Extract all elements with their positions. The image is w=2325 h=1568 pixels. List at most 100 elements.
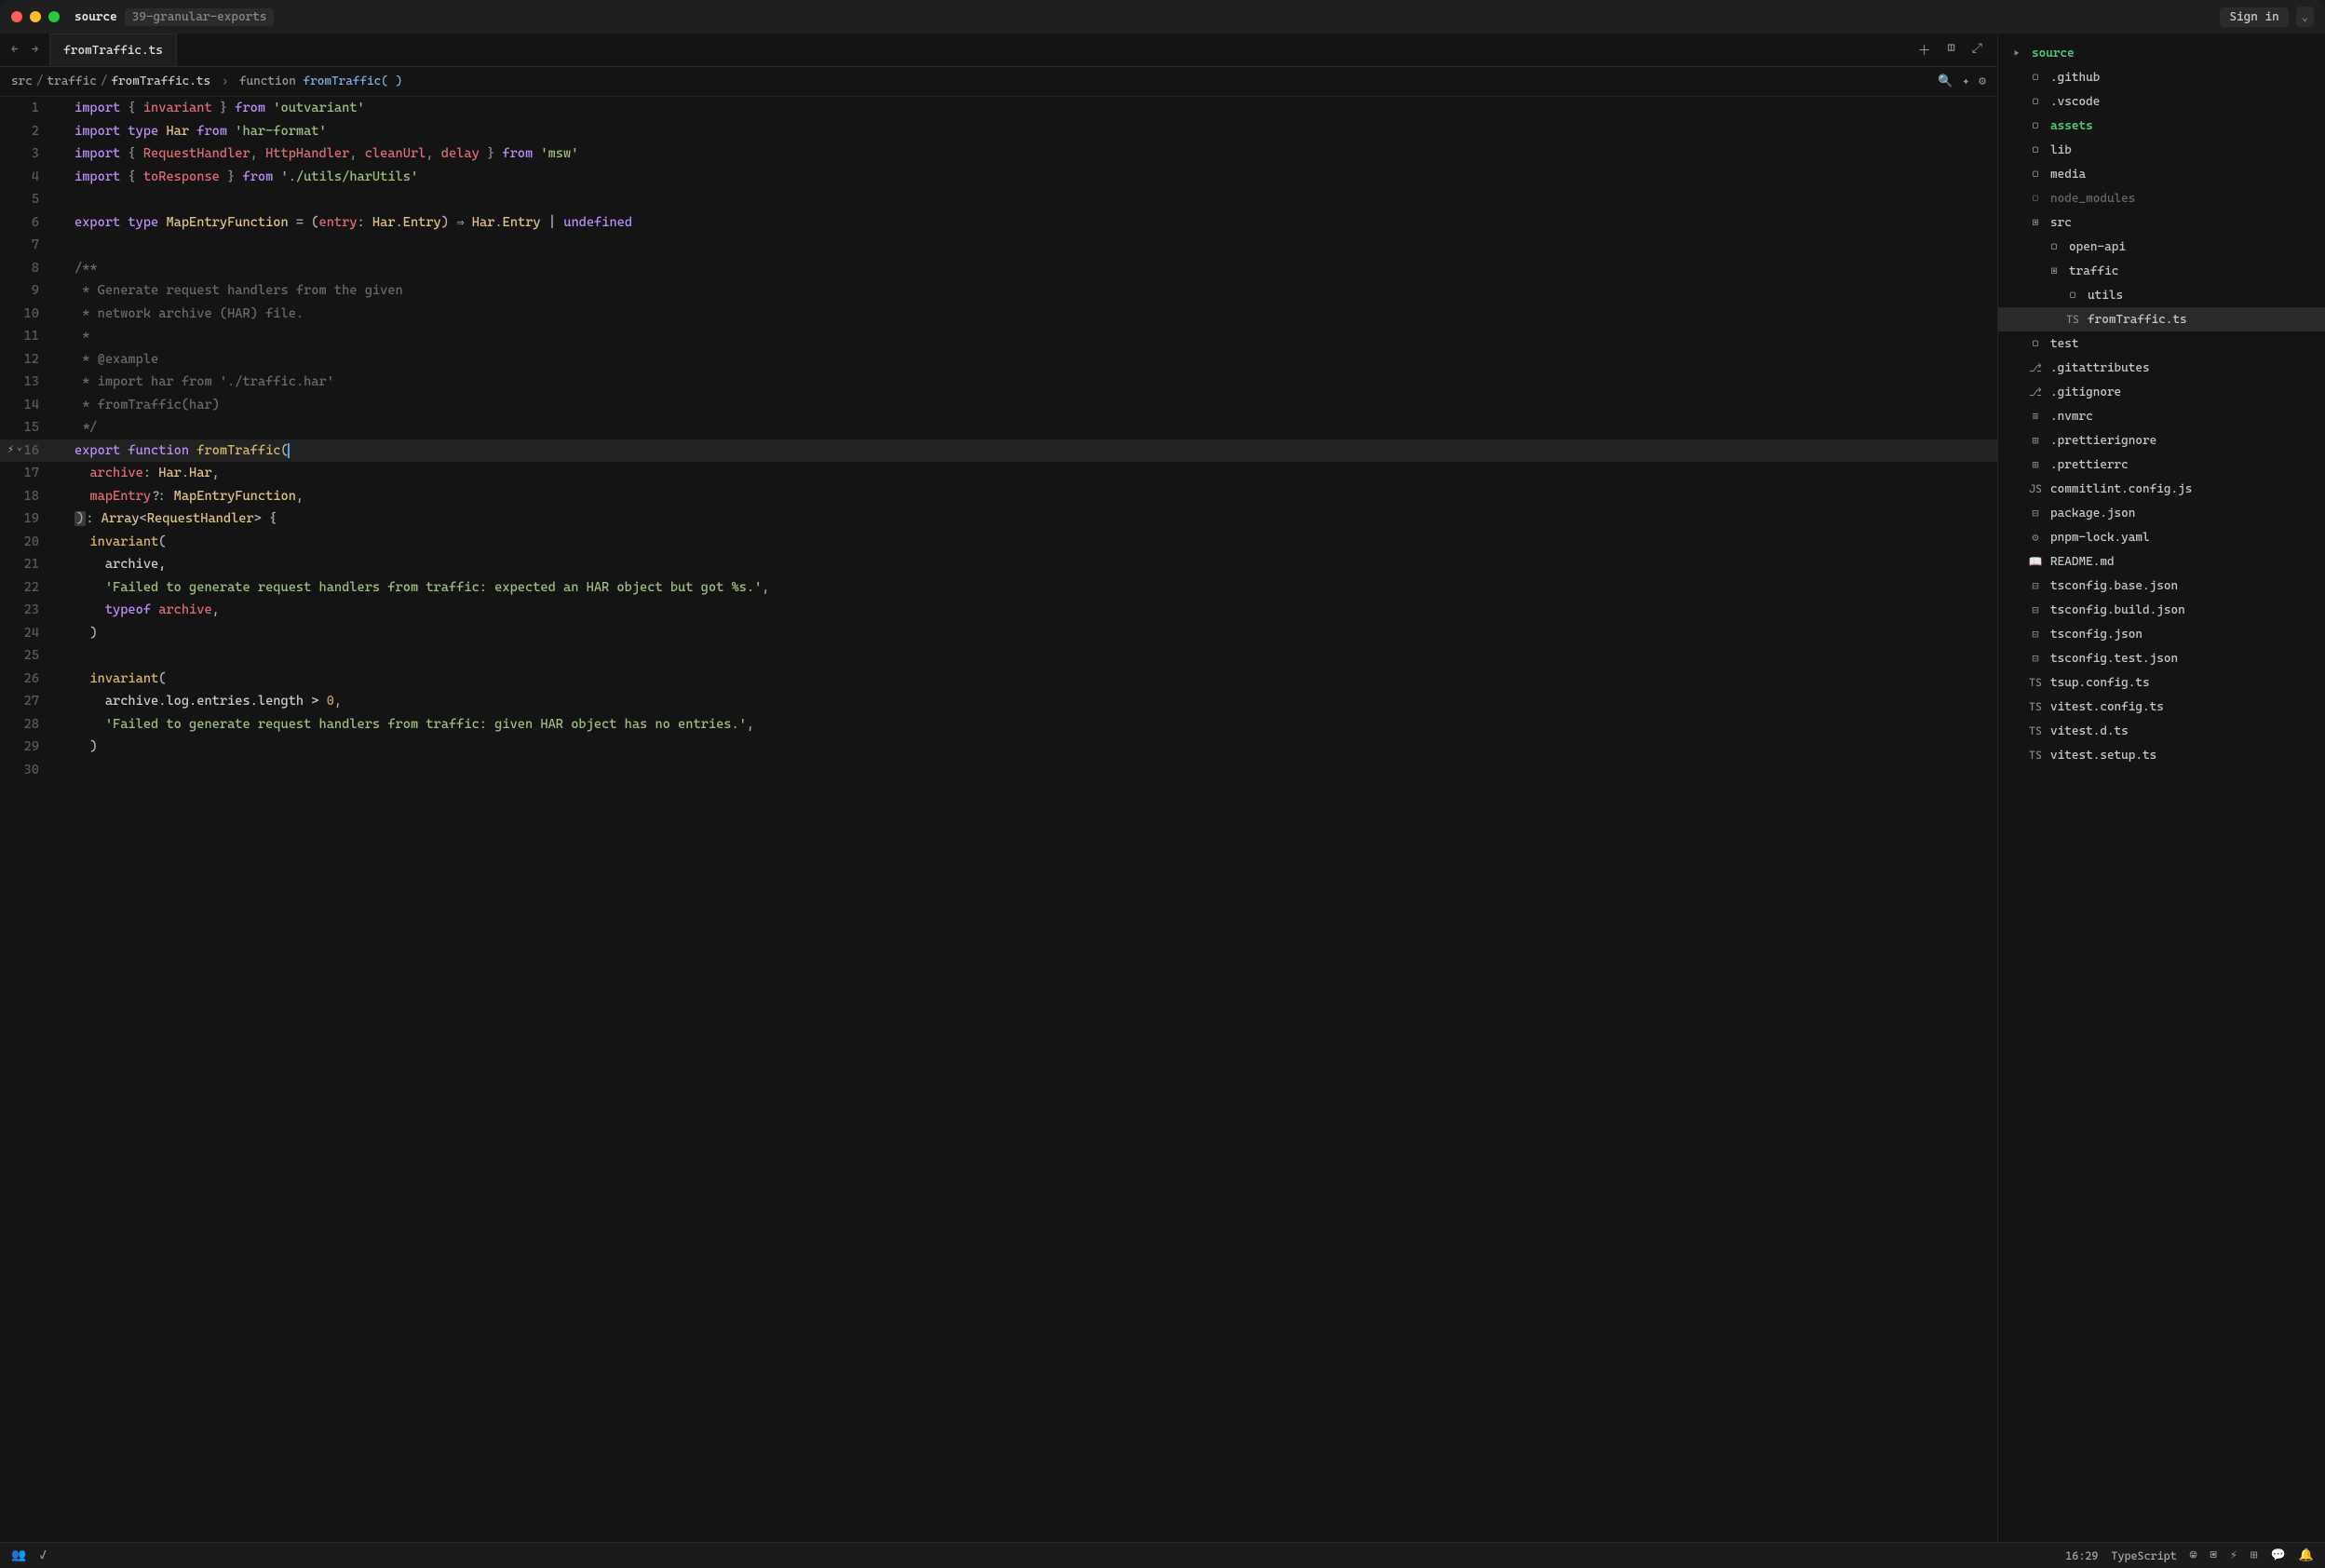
sign-in-button[interactable]: Sign in — [2220, 7, 2288, 27]
tab-bar: ← → fromTraffic.ts ＋ ◫ ⤢ — [0, 34, 1997, 67]
tree-item[interactable]: ⊟tsconfig.build.json — [1998, 598, 2325, 622]
breadcrumb-segment[interactable]: fromTraffic.ts — [111, 74, 210, 88]
fold-chevron-icon[interactable]: ⌄ — [17, 439, 22, 456]
status-bar: 👥 ✓ 16:29 TypeScript ☺ ▣ ⚡ ⊞ 💬 🔔 — [0, 1542, 2325, 1568]
config-file-icon: ⊞ — [2028, 458, 2043, 471]
tree-item[interactable]: ⊟tsconfig.base.json — [1998, 574, 2325, 598]
tab-filename: fromTraffic.ts — [63, 44, 163, 58]
tree-item[interactable]: ≡.nvmrc — [1998, 404, 2325, 428]
bell-icon[interactable]: 🔔 — [2299, 1548, 2314, 1562]
breadcrumb-segment[interactable]: traffic — [47, 74, 96, 88]
search-icon[interactable]: 🔍 — [1938, 74, 1953, 88]
checkmark-icon[interactable]: ✓ — [39, 1548, 47, 1562]
window-minimize-button[interactable] — [30, 11, 41, 22]
cursor-position[interactable]: 16:29 — [2065, 1549, 2098, 1562]
typescript-file-icon: TS — [2028, 724, 2043, 737]
tree-item[interactable]: ▢.vscode — [1998, 89, 2325, 114]
tree-item[interactable]: TSvitest.config.ts — [1998, 695, 2325, 719]
bolt-icon[interactable]: ⚡ — [7, 439, 14, 459]
tree-item[interactable]: ▢assets — [1998, 114, 2325, 138]
tree-item-active[interactable]: TSfromTraffic.ts — [1998, 307, 2325, 331]
tree-item[interactable]: ⎇.gitattributes — [1998, 356, 2325, 380]
folder-open-icon: ▸ — [2009, 47, 2024, 60]
json-file-icon: ⊟ — [2028, 579, 2043, 592]
layout-icon[interactable]: ⊞ — [2251, 1548, 2258, 1562]
code-editor[interactable]: 1import { invariant } from 'outvariant' … — [0, 97, 1997, 1542]
config-file-icon: ≡ — [2028, 410, 2043, 423]
tree-item[interactable]: 📖README.md — [1998, 549, 2325, 574]
window-close-button[interactable] — [11, 11, 22, 22]
tree-item[interactable]: TStsup.config.ts — [1998, 670, 2325, 695]
json-file-icon: ⊟ — [2028, 628, 2043, 641]
tree-item[interactable]: ▢node_modules — [1998, 186, 2325, 210]
text-cursor — [288, 443, 290, 458]
tree-item[interactable]: ⚙pnpm-lock.yaml — [1998, 525, 2325, 549]
branch-name[interactable]: 39-granular-exports — [125, 8, 275, 26]
app-name: source — [74, 10, 117, 24]
nav-back-button[interactable]: ← — [6, 39, 24, 61]
tree-item[interactable]: JScommitlint.config.js — [1998, 477, 2325, 501]
copilot-icon[interactable]: ☺ — [2190, 1548, 2197, 1562]
folder-icon: ▢ — [2047, 240, 2061, 253]
account-menu-chevron[interactable]: ⌄ — [2296, 7, 2314, 27]
folder-icon: ▢ — [2028, 95, 2043, 108]
json-file-icon: ⊟ — [2028, 603, 2043, 616]
folder-open-icon: ▣ — [2047, 264, 2061, 277]
tree-item[interactable]: ⊞.prettierrc — [1998, 453, 2325, 477]
tree-item[interactable]: ⊟tsconfig.json — [1998, 622, 2325, 646]
terminal-icon[interactable]: ▣ — [2210, 1548, 2217, 1562]
folder-open-icon: ▢ — [2028, 119, 2043, 132]
breadcrumb-bar: src/traffic/fromTraffic.ts › function fr… — [0, 67, 1997, 97]
tree-item[interactable]: ▢test — [1998, 331, 2325, 356]
tree-item[interactable]: ▢lib — [1998, 138, 2325, 162]
tree-item[interactable]: ▣traffic — [1998, 259, 2325, 283]
file-tab[interactable]: fromTraffic.ts — [49, 34, 177, 66]
ai-assist-icon[interactable]: ✦ — [1962, 74, 1969, 88]
split-editor-button[interactable]: ◫ — [1942, 37, 1961, 63]
folder-open-icon: ▣ — [2028, 216, 2043, 229]
js-file-icon: JS — [2028, 482, 2043, 495]
tree-item[interactable]: ▢media — [1998, 162, 2325, 186]
typescript-file-icon: TS — [2028, 749, 2043, 762]
json-file-icon: ⊟ — [2028, 507, 2043, 520]
typescript-file-icon: TS — [2065, 313, 2080, 326]
git-branch-icon: ⎇ — [2028, 385, 2043, 399]
breadcrumb-symbol[interactable]: fromTraffic( ) — [304, 74, 403, 88]
chat-icon[interactable]: 💬 — [2271, 1548, 2286, 1562]
typescript-file-icon: TS — [2028, 676, 2043, 689]
tree-item[interactable]: ▢open-api — [1998, 235, 2325, 259]
git-branch-icon: ⎇ — [2028, 361, 2043, 374]
breadcrumb-kind: function — [239, 74, 296, 88]
typescript-file-icon: TS — [2028, 700, 2043, 713]
tree-item[interactable]: TSvitest.d.ts — [1998, 719, 2325, 743]
diagnostics-icon[interactable]: ⚡ — [2230, 1548, 2237, 1562]
tree-item[interactable]: TSvitest.setup.ts — [1998, 743, 2325, 767]
collab-icon[interactable]: 👥 — [11, 1548, 26, 1562]
tree-item[interactable]: ⊟package.json — [1998, 501, 2325, 525]
tree-item[interactable]: ▣src — [1998, 210, 2325, 235]
titlebar: source 39-granular-exports Sign in ⌄ — [0, 0, 2325, 34]
config-file-icon: ⊞ — [2028, 434, 2043, 447]
folder-icon: ▢ — [2065, 289, 2080, 302]
breadcrumb[interactable]: src/traffic/fromTraffic.ts › function fr… — [11, 74, 402, 88]
new-tab-button[interactable]: ＋ — [1913, 37, 1937, 63]
folder-icon: ▢ — [2028, 337, 2043, 350]
json-file-icon: ⊟ — [2028, 652, 2043, 665]
tree-root[interactable]: ▸source — [1998, 41, 2325, 65]
folder-icon: ▢ — [2028, 168, 2043, 181]
language-mode[interactable]: TypeScript — [2111, 1549, 2176, 1562]
tree-item[interactable]: ▢.github — [1998, 65, 2325, 89]
lock-file-icon: ⚙ — [2028, 531, 2043, 544]
tree-item[interactable]: ▢utils — [1998, 283, 2325, 307]
settings-sliders-icon[interactable]: ⚙ — [1979, 74, 1986, 88]
tree-item[interactable]: ⊞.prettierignore — [1998, 428, 2325, 453]
tree-item[interactable]: ⊟tsconfig.test.json — [1998, 646, 2325, 670]
folder-icon: ▢ — [2028, 71, 2043, 84]
markdown-file-icon: 📖 — [2028, 555, 2043, 568]
breadcrumb-segment[interactable]: src — [11, 74, 33, 88]
tree-item[interactable]: ⎇.gitignore — [1998, 380, 2325, 404]
window-maximize-button[interactable] — [48, 11, 60, 22]
file-explorer[interactable]: ▸source ▢.github ▢.vscode ▢assets ▢lib ▢… — [1997, 34, 2325, 1542]
nav-forward-button[interactable]: → — [26, 39, 45, 61]
expand-button[interactable]: ⤢ — [1967, 37, 1988, 63]
